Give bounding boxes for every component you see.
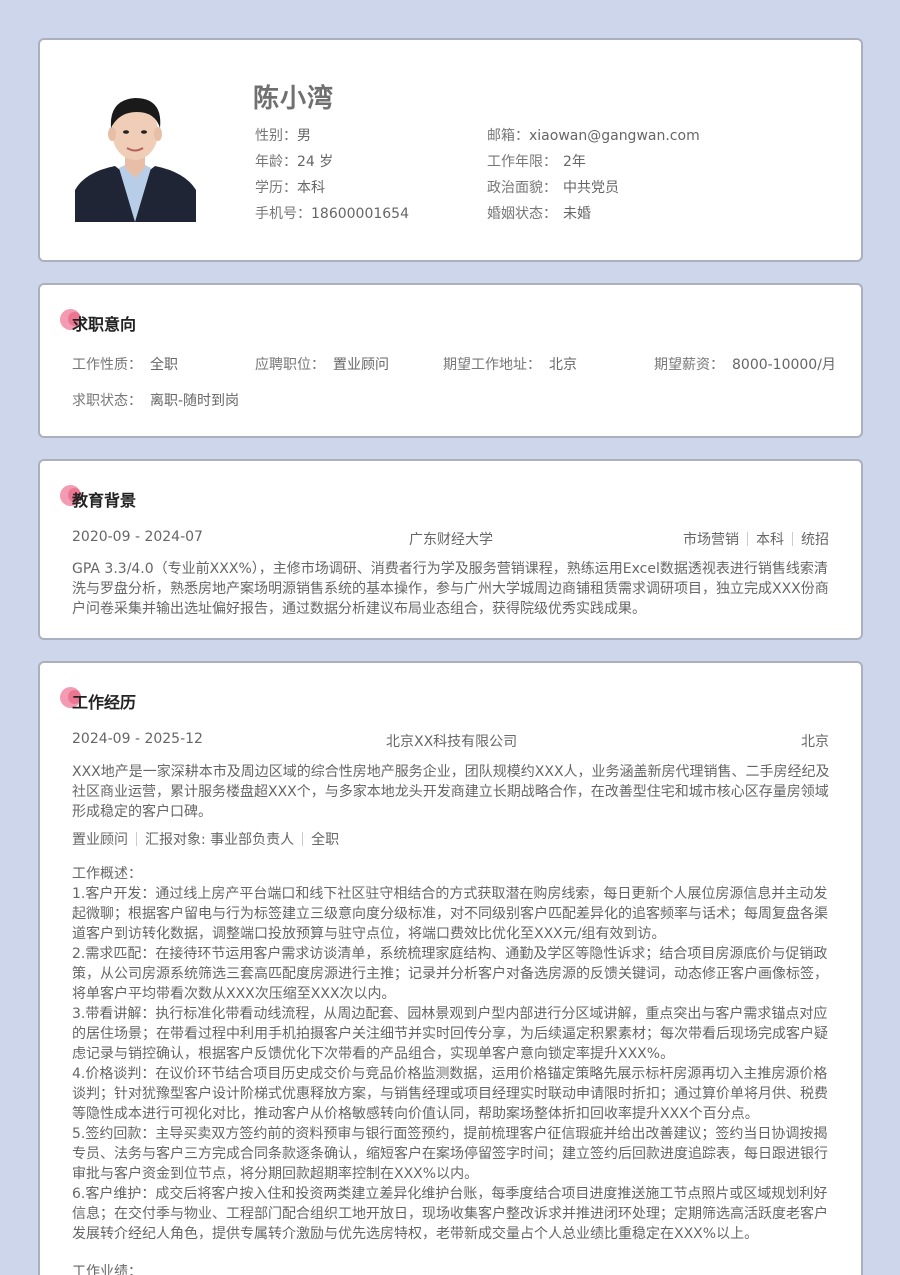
job-type-label: 工作性质：: [72, 357, 142, 373]
work-tags: 置业顾问 汇报对象: 事业部负责人 全职: [72, 829, 339, 849]
edu-tags: 市场营销 本科 统招: [683, 529, 829, 549]
position-label: 应聘职位：: [255, 357, 325, 373]
location-label: 期望工作地址：: [443, 357, 541, 373]
section-title: 工作经历: [72, 693, 137, 712]
education-value: 本科: [297, 180, 325, 196]
location-value: 北京: [549, 357, 577, 373]
education-card: 教育背景 2020-09 - 2024-07 广东财经大学 市场营销 本科 统招 G…: [38, 459, 863, 640]
age-label: 年龄：: [255, 154, 297, 170]
marital-value: 未婚: [563, 206, 591, 222]
age-value: 24 岁: [297, 154, 334, 170]
edu-degree: 本科: [756, 532, 784, 548]
political-row: 政治面貌： 中共党员: [487, 177, 619, 197]
political-label: 政治面貌：: [487, 180, 557, 196]
edu-period: 2020-09 - 2024-07: [72, 529, 203, 545]
work-overview: 1.客户开发：通过线上房产平台端口和线下社区驻守相结合的方式获取潜在购房线索，每…: [72, 886, 828, 1242]
edu-enrollment: 统招: [801, 532, 829, 548]
divider: [302, 832, 304, 846]
results-label: 工作业绩：: [72, 1264, 142, 1275]
marital-row: 婚姻状态： 未婚: [487, 203, 591, 223]
email-value[interactable]: xiaowan@gangwan.com: [529, 128, 700, 144]
work-card: 工作经历 2024-09 - 2025-12 北京XX科技有限公司 北京 XXX…: [38, 661, 863, 1275]
divider: [792, 532, 793, 546]
job-status: 求职状态： 离职-随时到岗: [72, 390, 239, 410]
work-type: 全职: [311, 832, 340, 848]
work-report-to: 汇报对象: 事业部负责人: [145, 832, 295, 848]
location: 期望工作地址： 北京: [443, 354, 577, 374]
edu-major: 市场营销: [683, 532, 739, 548]
experience-label: 工作年限：: [487, 154, 557, 170]
position-value: 置业顾问: [333, 357, 389, 373]
salary: 期望薪资： 8000-10000/月: [654, 354, 836, 374]
email-label: 邮箱：: [487, 128, 529, 144]
section-title: 教育背景: [72, 491, 137, 510]
position: 应聘职位： 置业顾问: [255, 354, 389, 374]
work-period: 2024-09 - 2025-12: [72, 731, 203, 747]
work-company: 北京XX科技有限公司: [386, 734, 518, 750]
experience-value: 2年: [563, 154, 586, 170]
salary-value: 8000-10000/月: [732, 357, 836, 373]
age-row: 年龄：24 岁: [255, 151, 333, 171]
edu-description: GPA 3.3/4.0（专业前XXX%），主修市场调研、消费者行为学及服务营销课…: [72, 561, 829, 617]
salary-label: 期望薪资：: [654, 357, 724, 373]
company-description: XXX地产是一家深耕本市及周边区域的综合性房地产服务企业，团队规模约XXX人，业…: [72, 764, 830, 820]
section-title: 求职意向: [72, 315, 137, 334]
overview-label: 工作概述：: [72, 866, 142, 882]
education-row: 学历：本科: [255, 177, 325, 197]
gender-label: 性别：: [255, 128, 297, 144]
phone-value: 18600001654: [311, 206, 409, 222]
avatar: [75, 90, 196, 222]
political-value: 中共党员: [563, 180, 619, 196]
email-row: 邮箱：xiaowan@gangwan.com: [487, 125, 700, 145]
job-status-value: 离职-随时到岗: [150, 393, 240, 409]
experience-row: 工作年限： 2年: [487, 151, 586, 171]
job-status-label: 求职状态：: [72, 393, 142, 409]
job-type-value: 全职: [150, 357, 178, 373]
work-city: 北京: [801, 734, 829, 750]
job-type: 工作性质： 全职: [72, 354, 178, 374]
phone-row: 手机号：18600001654: [255, 203, 409, 223]
education-label: 学历：: [255, 180, 297, 196]
profile-card: 陈小湾 性别：男 年龄：24 岁 学历：本科 手机号：18600001654 邮…: [38, 38, 863, 262]
phone-label: 手机号：: [255, 206, 311, 222]
work-role: 置业顾问: [72, 832, 128, 848]
edu-school: 广东财经大学: [409, 532, 493, 548]
divider: [747, 532, 748, 546]
job-intent-card: 求职意向 工作性质： 全职 应聘职位： 置业顾问 期望工作地址： 北京 期望薪资： 80…: [38, 283, 863, 438]
candidate-name: 陈小湾: [253, 84, 335, 114]
gender-row: 性别：男: [255, 125, 311, 145]
divider: [136, 832, 137, 846]
gender-value: 男: [297, 128, 311, 144]
marital-label: 婚姻状态：: [487, 206, 557, 222]
